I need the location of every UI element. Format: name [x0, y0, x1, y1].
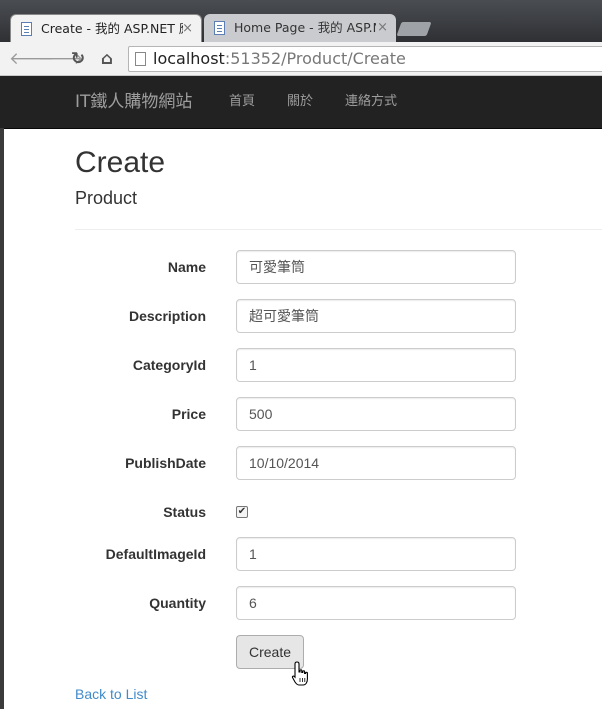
quantity-label: Quantity: [149, 595, 206, 611]
new-tab-button[interactable]: [396, 22, 432, 36]
divider: [75, 229, 602, 230]
quantity-input[interactable]: 6: [236, 586, 516, 620]
name-label: Name: [167, 259, 206, 275]
back-arrow-icon[interactable]: 🡐: [9, 48, 55, 70]
close-icon[interactable]: ×: [182, 15, 193, 42]
hand-pointer-icon: [291, 661, 308, 686]
browser-tab-create[interactable]: Create - 我的 ASP.NET 應 ×: [10, 14, 202, 42]
address-bar[interactable]: localhost:51352/Product/Create: [128, 46, 602, 72]
checkmark-icon: ✔: [237, 506, 247, 517]
description-label: Description: [128, 308, 206, 324]
categoryid-input[interactable]: 1: [236, 348, 516, 382]
page-icon: [135, 52, 146, 66]
home-icon[interactable]: ⌂: [96, 48, 118, 70]
close-icon[interactable]: ×: [377, 14, 388, 42]
name-input[interactable]: 可愛筆筒: [236, 250, 516, 284]
url-text: localhost:51352/Product/Create: [153, 47, 406, 71]
site-navbar: IT鐵人購物網站 首頁 關於 連絡方式: [0, 76, 602, 129]
status-checkbox[interactable]: ✔: [236, 506, 248, 518]
page-favicon-icon: [214, 21, 225, 35]
back-to-list-link[interactable]: Back to List: [75, 685, 147, 703]
categoryid-label: CategoryId: [132, 357, 206, 373]
browser-tab-strip: Create - 我的 ASP.NET 應 × Home Page - 我的 A…: [0, 0, 602, 42]
nav-link-home[interactable]: 首頁: [229, 76, 255, 128]
nav-link-about[interactable]: 關於: [287, 76, 313, 128]
browser-tab-home[interactable]: Home Page - 我的 ASP.N ×: [204, 14, 396, 42]
price-label: Price: [171, 406, 206, 422]
reload-icon[interactable]: ↻: [67, 48, 89, 70]
publishdate-label: PublishDate: [125, 455, 206, 471]
url-host: localhost: [153, 49, 225, 68]
nav-link-contact[interactable]: 連絡方式: [345, 76, 397, 128]
description-input[interactable]: 超可愛筆筒: [236, 299, 516, 333]
page-title: Create: [75, 146, 166, 179]
page-favicon-icon: [21, 22, 32, 36]
tab-title: Home Page - 我的 ASP.N: [234, 20, 376, 35]
page-subtitle: Product: [75, 188, 138, 208]
url-path: :51352/Product/Create: [224, 49, 406, 68]
publishdate-input[interactable]: 10/10/2014: [236, 446, 516, 480]
price-input[interactable]: 500: [236, 397, 516, 431]
defaultimageid-input[interactable]: 1: [236, 537, 516, 571]
site-brand-link[interactable]: IT鐵人購物網站: [75, 76, 192, 128]
tab-title: Create - 我的 ASP.NET 應: [41, 21, 183, 36]
browser-toolbar: 🡐 🡒 ↻ ⌂ localhost:51352/Product/Create: [0, 42, 602, 76]
status-label: Status: [163, 504, 206, 520]
forward-arrow-icon[interactable]: 🡒: [38, 48, 84, 70]
defaultimageid-label: DefaultImageId: [105, 546, 206, 562]
